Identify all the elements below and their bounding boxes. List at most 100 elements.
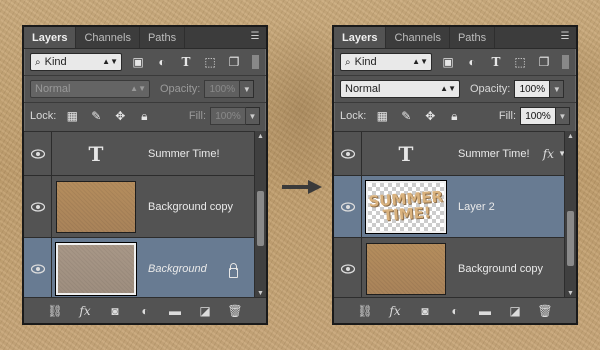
type-filter-icon[interactable]: T xyxy=(178,54,194,70)
filter-kind-select[interactable]: ⌕ Kind ▲▼ xyxy=(340,53,432,71)
pixel-filter-icon[interactable]: ▣ xyxy=(440,54,456,70)
fx-icon[interactable]: fx xyxy=(77,304,93,318)
fill-field[interactable]: 100% xyxy=(520,107,556,125)
smart-object-filter-icon[interactable]: ❐ xyxy=(536,54,552,70)
opacity-field[interactable]: 100% xyxy=(204,80,241,98)
new-group-icon[interactable]: ▬ xyxy=(477,304,493,318)
smart-object-filter-icon[interactable]: ❐ xyxy=(226,54,242,70)
scroll-up-icon[interactable]: ▲ xyxy=(567,133,574,140)
adjustment-filter-icon[interactable]: ◐ xyxy=(464,54,480,70)
filter-toggle-icon[interactable] xyxy=(252,55,259,69)
link-layers-icon[interactable]: ⛓ xyxy=(357,304,373,318)
lock-position-icon[interactable]: ✥ xyxy=(422,108,438,124)
visibility-eye-icon[interactable] xyxy=(24,132,52,175)
shape-filter-icon[interactable]: ⬚ xyxy=(512,54,528,70)
fill-field[interactable]: 100% xyxy=(210,107,246,125)
trash-icon[interactable]: 🗑︎ xyxy=(537,304,553,318)
tab-channels[interactable]: Channels xyxy=(76,27,140,48)
visibility-eye-icon[interactable] xyxy=(24,238,52,299)
layer-scrollbar[interactable]: ▲ ▼ xyxy=(254,131,266,299)
lock-image-icon[interactable]: ✎ xyxy=(88,108,104,124)
layer-name: Summer Time! xyxy=(148,147,220,160)
blend-mode-label: Normal xyxy=(345,83,381,95)
scroll-thumb[interactable] xyxy=(257,191,264,246)
tab-channels[interactable]: Channels xyxy=(386,27,450,48)
fill-dropdown-icon[interactable]: ▼ xyxy=(246,107,260,125)
layers-panel-after: Layers Channels Paths ☰ ⌕ Kind ▲▼ ▣ ◐ T … xyxy=(332,25,578,325)
tab-paths[interactable]: Paths xyxy=(140,27,186,48)
link-layers-icon[interactable]: ⛓ xyxy=(47,304,63,318)
layer-row-summer-time[interactable]: T Summer Time! fx ▼ xyxy=(334,132,576,176)
layer-thumbnail xyxy=(56,180,136,233)
lock-transparent-icon[interactable]: ▦ xyxy=(64,108,80,124)
adjustment-layer-icon[interactable]: ◐ xyxy=(137,304,153,318)
lock-all-icon[interactable]: 🔒︎ xyxy=(446,108,462,124)
visibility-eye-icon[interactable] xyxy=(334,176,362,237)
lock-transparent-icon[interactable]: ▦ xyxy=(374,108,390,124)
new-layer-icon[interactable]: ◪ xyxy=(197,304,213,318)
layer-row-layer-2[interactable]: SUMMER TIME! Layer 2 xyxy=(334,176,576,238)
filter-row: ⌕ Kind ▲▼ ▣ ◐ T ⬚ ❐ xyxy=(24,49,266,75)
scroll-down-icon[interactable]: ▼ xyxy=(257,290,264,297)
trash-icon[interactable]: 🗑︎ xyxy=(227,304,243,318)
panel-tabs: Layers Channels Paths ☰ xyxy=(24,27,266,49)
layer-row-background-copy[interactable]: Background copy xyxy=(24,176,266,238)
panel-footer: ⛓ fx ◙ ◐ ▬ ◪ 🗑︎ xyxy=(334,297,576,323)
layer-scrollbar[interactable]: ▲ ▼ xyxy=(564,131,576,299)
fill-label: Fill: xyxy=(498,110,516,122)
lock-all-icon[interactable]: 🔒︎ xyxy=(136,108,152,124)
adjustment-layer-icon[interactable]: ◐ xyxy=(447,304,463,318)
type-layer-icon: T xyxy=(88,141,104,166)
chevron-down-icon: ▲▼ xyxy=(440,84,456,93)
scroll-thumb[interactable] xyxy=(567,211,574,266)
blend-row: Normal ▲▼ Opacity: 100% ▼ xyxy=(24,76,266,102)
new-group-icon[interactable]: ▬ xyxy=(167,304,183,318)
tab-layers[interactable]: Layers xyxy=(334,27,387,48)
panel-menu-icon[interactable]: ☰ xyxy=(248,31,262,43)
panel-tabs: Layers Channels Paths ☰ xyxy=(334,27,576,49)
thumbnail-text: SUMMER TIME! xyxy=(367,186,444,225)
pixel-filter-icon[interactable]: ▣ xyxy=(130,54,146,70)
layer-row-background-copy[interactable]: Background copy xyxy=(334,238,576,299)
tab-paths[interactable]: Paths xyxy=(450,27,496,48)
blend-mode-select[interactable]: Normal ▲▼ xyxy=(30,80,150,98)
layer-row-summer-time[interactable]: T Summer Time! xyxy=(24,132,266,176)
filter-kind-select[interactable]: ⌕ Kind ▲▼ xyxy=(30,53,122,71)
fx-icon[interactable]: fx xyxy=(387,304,403,318)
opacity-label: Opacity: xyxy=(160,83,201,95)
lock-label: Lock: xyxy=(340,110,367,122)
panel-menu-icon[interactable]: ☰ xyxy=(558,31,572,43)
blend-mode-label: Normal xyxy=(35,83,71,95)
new-layer-icon[interactable]: ◪ xyxy=(507,304,523,318)
layer-name: Background copy xyxy=(458,262,543,275)
type-filter-icon[interactable]: T xyxy=(488,54,504,70)
lock-position-icon[interactable]: ✥ xyxy=(112,108,128,124)
blend-mode-select[interactable]: Normal ▲▼ xyxy=(340,80,460,98)
opacity-dropdown-icon[interactable]: ▼ xyxy=(550,80,565,98)
scroll-down-icon[interactable]: ▼ xyxy=(567,290,574,297)
lock-label: Lock: xyxy=(30,110,57,122)
scroll-up-icon[interactable]: ▲ xyxy=(257,133,264,140)
filter-kind-label: Kind xyxy=(44,56,67,68)
add-mask-icon[interactable]: ◙ xyxy=(417,304,433,318)
visibility-eye-icon[interactable] xyxy=(334,132,362,175)
type-layer-icon: T xyxy=(398,141,414,166)
lock-image-icon[interactable]: ✎ xyxy=(398,108,414,124)
tab-layers[interactable]: Layers xyxy=(24,27,77,48)
fill-label: Fill: xyxy=(188,110,206,122)
fx-icon[interactable]: fx xyxy=(543,147,554,161)
add-mask-icon[interactable]: ◙ xyxy=(107,304,123,318)
layer-row-background[interactable]: Background xyxy=(24,238,266,299)
layer-name: Layer 2 xyxy=(458,200,495,213)
filter-toggle-icon[interactable] xyxy=(562,55,569,69)
shape-filter-icon[interactable]: ⬚ xyxy=(202,54,218,70)
adjustment-filter-icon[interactable]: ◐ xyxy=(154,54,170,70)
filter-row: ⌕ Kind ▲▼ ▣ ◐ T ⬚ ❐ xyxy=(334,49,576,75)
layer-name: Summer Time! xyxy=(458,147,530,160)
visibility-eye-icon[interactable] xyxy=(334,238,362,299)
visibility-eye-icon[interactable] xyxy=(24,176,52,237)
opacity-field[interactable]: 100% xyxy=(514,80,551,98)
fill-dropdown-icon[interactable]: ▼ xyxy=(556,107,570,125)
layers-panel-before: Layers Channels Paths ☰ ⌕ Kind ▲▼ ▣ ◐ T … xyxy=(22,25,268,325)
opacity-dropdown-icon[interactable]: ▼ xyxy=(240,80,255,98)
